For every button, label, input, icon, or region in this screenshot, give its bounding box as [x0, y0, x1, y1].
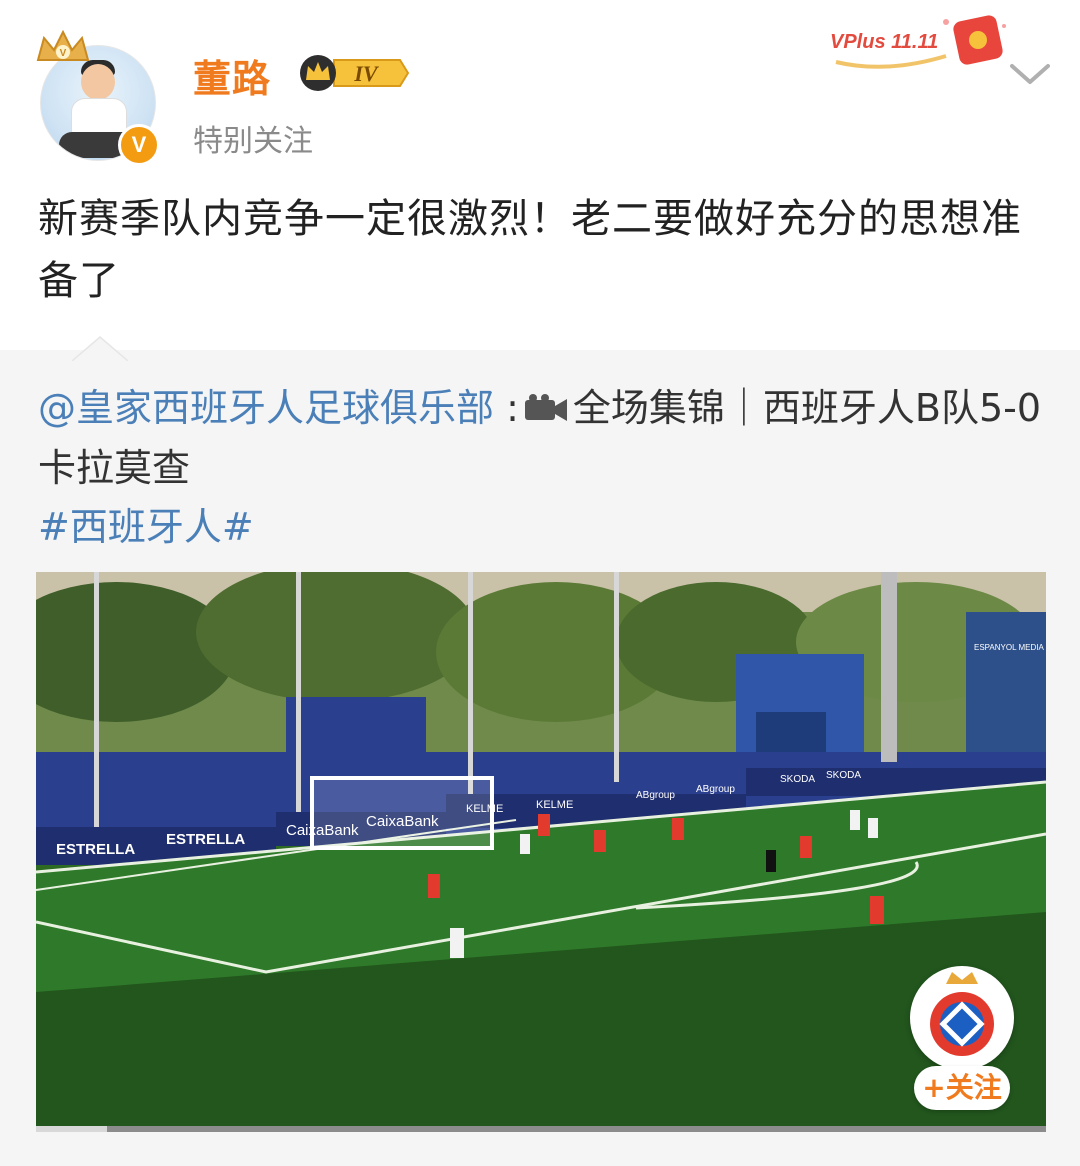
- repost-separator: :: [494, 386, 519, 430]
- video-progress-fill: [36, 1126, 107, 1132]
- special-follow-label: 特别关注: [193, 124, 313, 159]
- ad-board-text: KELME: [536, 799, 573, 811]
- post-text: 新赛季队内竞争一定很激烈！老二要做好充分的思想准备了: [38, 196, 1022, 304]
- ad-board-text: ABgroup: [636, 790, 675, 801]
- vip-crown-icon: V: [36, 30, 90, 61]
- vplus-promo-icon[interactable]: VPlus 11.11: [826, 12, 1016, 72]
- follow-button[interactable]: +关注: [914, 1066, 1010, 1110]
- video-frame: ESTRELLA ESTRELLA CaixaBank CaixaBank KE…: [36, 572, 1046, 1132]
- repost-pointer: [72, 336, 128, 361]
- ad-board-text: ESPANYOL MEDIA: [974, 643, 1044, 652]
- chevron-down-icon[interactable]: [1006, 58, 1054, 90]
- post-header: V V 董路 IV 特别关注 VPlus 11.11 新赛季队内竞争一定很激烈！…: [0, 0, 1080, 350]
- author-avatar[interactable]: V V: [32, 30, 162, 166]
- video-progress-bar[interactable]: [36, 1126, 1046, 1132]
- ad-board-text: ABgroup: [696, 784, 735, 795]
- ad-board-text: ESTRELLA: [56, 841, 135, 858]
- repost-text: @皇家西班牙人足球俱乐部 : 全场集锦｜西班牙人B队5-0卡拉莫查: [38, 378, 1058, 498]
- svg-text:V: V: [60, 48, 67, 59]
- club-logo[interactable]: [910, 966, 1014, 1070]
- level-badge-icon: IV: [300, 55, 410, 91]
- vplus-text: VPlus 11.11: [830, 31, 938, 53]
- mention-link[interactable]: @皇家西班牙人足球俱乐部: [38, 386, 494, 430]
- author-name[interactable]: 董路: [193, 48, 271, 103]
- ad-board-text: SKODA: [780, 774, 815, 785]
- ad-board-text: ESTRELLA: [166, 831, 245, 848]
- ad-board-text: SKODA: [826, 770, 861, 781]
- video-camera-icon: [524, 394, 567, 421]
- video-player[interactable]: ESTRELLA ESTRELLA CaixaBank CaixaBank KE…: [36, 572, 1046, 1132]
- hashtag-link[interactable]: #西班牙人#: [38, 496, 254, 551]
- verified-icon: V: [118, 124, 160, 166]
- espanyol-crest-icon: [930, 972, 994, 1056]
- level-badge-text: IV: [353, 61, 380, 86]
